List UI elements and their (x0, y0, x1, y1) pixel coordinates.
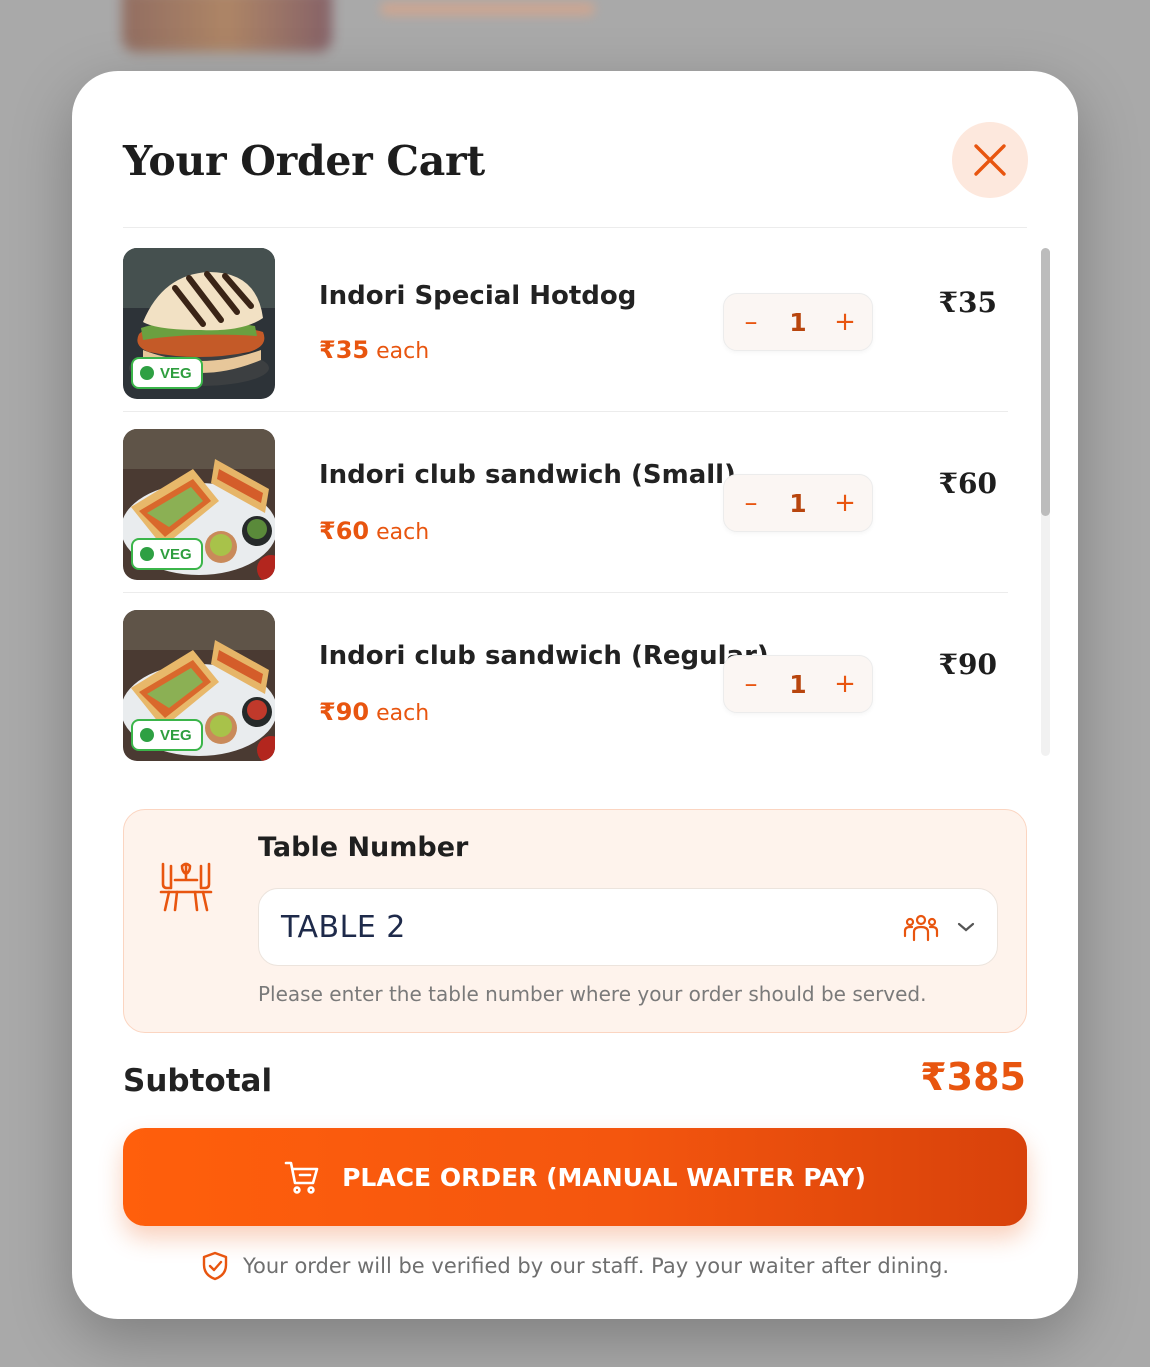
table-number-label: Table Number (258, 832, 469, 863)
table-number-select[interactable]: TABLE 2 (258, 888, 998, 966)
table-number-help-text: Please enter the table number where your… (258, 982, 927, 1006)
veg-dot-icon (140, 728, 154, 742)
item-unit-price: ₹90 each (319, 698, 430, 726)
item-unit-price: ₹60 each (319, 517, 430, 545)
cart-item: VEG Indori club sandwich (Regular) ₹90 e… (123, 593, 1008, 771)
quantity-stepper: – 1 + (723, 293, 873, 351)
close-button[interactable] (952, 122, 1028, 198)
veg-badge: VEG (131, 357, 203, 389)
dining-table-icon (159, 862, 213, 912)
table-number-card: Table Number TABLE 2 Please enter the ta… (123, 809, 1027, 1033)
item-list-scrollbar[interactable] (1041, 248, 1050, 756)
cart-icon (284, 1161, 319, 1194)
veg-dot-icon (140, 366, 154, 380)
quantity-stepper: – 1 + (723, 655, 873, 713)
background-food-thumbnail (122, 0, 332, 52)
item-line-total: ₹90 (938, 648, 997, 681)
cart-item: VEG Indori Special Hotdog ₹35 each – 1 +… (123, 231, 1008, 412)
table-select-value: TABLE 2 (281, 909, 406, 945)
subtotal-value: ₹385 (920, 1055, 1026, 1099)
order-cart-modal: Your Order Cart VEG Indori Special Hotdo… (72, 71, 1078, 1319)
increment-button[interactable]: + (832, 483, 858, 523)
veg-dot-icon (140, 547, 154, 561)
scrollbar-thumb[interactable] (1041, 248, 1050, 516)
decrement-button[interactable]: – (738, 483, 764, 523)
people-icon (903, 914, 939, 942)
veg-badge: VEG (131, 719, 203, 751)
item-line-total: ₹60 (938, 467, 997, 500)
item-name: Indori club sandwich (Small) (319, 460, 736, 490)
item-name: Indori Special Hotdog (319, 281, 637, 311)
modal-title: Your Order Cart (123, 137, 485, 185)
footer-note-text: Your order will be verified by our staff… (242, 1254, 950, 1278)
item-name: Indori club sandwich (Regular) (319, 641, 769, 671)
place-order-label: PLACE ORDER (MANUAL WAITER PAY) (342, 1162, 866, 1192)
quantity-value: 1 (789, 669, 807, 699)
close-icon (974, 144, 1006, 176)
subtotal-label: Subtotal (123, 1063, 273, 1099)
increment-button[interactable]: + (832, 302, 858, 342)
header-divider (123, 227, 1027, 228)
quantity-value: 1 (789, 488, 807, 518)
cart-item: VEG Indori club sandwich (Small) ₹60 eac… (123, 412, 1008, 593)
decrement-button[interactable]: – (738, 302, 764, 342)
cart-item-list[interactable]: VEG Indori Special Hotdog ₹35 each – 1 +… (123, 231, 1008, 771)
quantity-value: 1 (789, 307, 807, 337)
footer-note: Your order will be verified by our staff… (72, 1251, 1078, 1281)
chevron-down-icon (957, 922, 975, 932)
veg-badge: VEG (131, 538, 203, 570)
place-order-button[interactable]: PLACE ORDER (MANUAL WAITER PAY) (123, 1128, 1027, 1226)
item-line-total: ₹35 (938, 286, 997, 319)
item-unit-price: ₹35 each (319, 336, 430, 364)
quantity-stepper: – 1 + (723, 474, 873, 532)
shield-check-icon (202, 1251, 228, 1281)
decrement-button[interactable]: – (738, 664, 764, 704)
increment-button[interactable]: + (832, 664, 858, 704)
background-price-bar (380, 2, 595, 16)
